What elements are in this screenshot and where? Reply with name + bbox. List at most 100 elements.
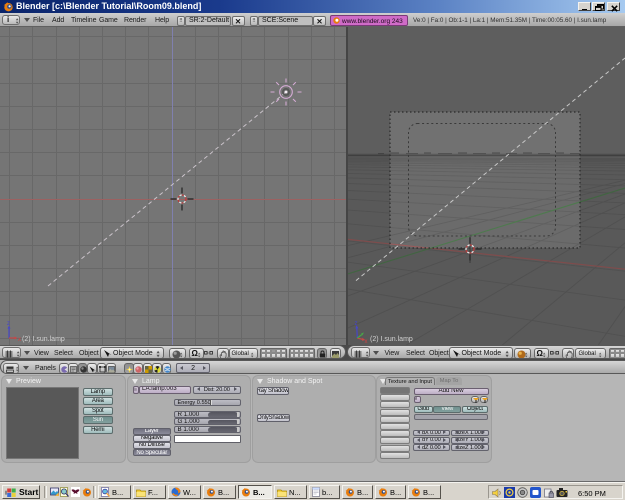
vpr-menu-select[interactable]: Select [406,350,425,357]
blender-org-link[interactable]: www.blender.org 243 [330,15,408,26]
menu-timeline[interactable]: Timeline [71,17,96,24]
tab-map-to[interactable]: Map To [436,377,462,385]
task-button-10[interactable]: B... [408,485,441,499]
ql-search-icon[interactable] [60,487,69,497]
sub-lamp-button[interactable] [124,363,134,374]
dy-field[interactable]: dY 0.00 [413,437,450,444]
menu-add[interactable]: Add [52,17,64,24]
energy-knob[interactable] [210,400,213,406]
layer-cell[interactable] [281,353,286,358]
viewport-right[interactable]: z x (2) I.sun.lamp [348,27,625,345]
texture-slot-10[interactable] [380,452,410,459]
vpr-orientation-dropdown[interactable]: Global [575,348,606,360]
task-button-2[interactable]: F... [133,485,166,499]
task-button-6[interactable]: N... [274,485,307,499]
panel-lamp-collapse-icon[interactable] [132,379,138,384]
texture-slot-1[interactable] [380,387,410,394]
menu-render[interactable]: Render [124,17,146,24]
task-button-9[interactable]: B... [375,485,406,499]
lamp-type-area[interactable]: Area [83,397,113,405]
vpl-manipulator-toggle[interactable] [217,348,229,360]
vpl-menu-object[interactable]: Object [79,350,99,357]
vpr-mode-dropdown[interactable]: Object Mode [449,347,513,359]
lamp-dist-field[interactable]: Dist: 20.00 [193,386,242,394]
texture-paste-button[interactable] [480,396,489,403]
menu-game[interactable]: Game [99,17,118,24]
coord-glob-button[interactable]: Glob [414,406,433,413]
lamp-type-hemi[interactable]: Hemi [83,426,113,434]
only-shadow-toggle[interactable]: OnlyShadow [257,414,290,422]
lamp-toggle-layer[interactable]: Layer [133,428,171,435]
buttons-window-type[interactable] [3,363,19,374]
sub-radiosity-button[interactable] [152,363,162,374]
b-knob[interactable] [237,427,239,433]
texture-slot-3[interactable] [380,401,410,408]
ctx-object-button[interactable] [87,363,97,374]
buttons-collapse-icon[interactable] [23,366,29,370]
ctx-logic-button[interactable] [59,363,69,374]
sub-material-button[interactable] [133,363,143,374]
texture-slot-6[interactable] [380,423,410,430]
task-button-3[interactable]: W... [168,485,201,499]
texture-slot-5[interactable] [380,416,410,423]
task-button-8[interactable]: B... [342,485,373,499]
vpr-menu-view[interactable]: View [385,350,400,357]
ctx-shading-button[interactable] [78,363,88,374]
vpl-render-button[interactable] [330,348,341,360]
window-titlebar[interactable]: Blender [c:\Blender Tutorial\Room09.blen… [0,0,625,13]
add-new-button[interactable]: Add New [414,388,489,395]
lamp-b-slider[interactable]: B 1.000 [174,426,241,433]
ql-show-desktop-icon[interactable] [50,487,59,497]
texture-slot-2[interactable] [380,394,410,401]
texture-slot-9[interactable] [380,445,410,452]
vpl-lock-toggle[interactable] [317,348,327,360]
ql-blender-icon[interactable] [82,487,92,497]
tray-camera-icon[interactable] [556,487,568,498]
vpl-pivot-dropdown[interactable]: Ω [189,348,204,360]
object-name-field[interactable] [414,414,489,420]
vpr-collapse-icon[interactable] [373,351,379,355]
lamp-toggle-negative[interactable]: Negative [133,435,171,442]
sub-texture-button[interactable] [143,363,153,374]
scene-delete-button[interactable]: ✕ [313,16,326,26]
tray-security-icon[interactable] [544,488,554,498]
vpl-centers-toggle[interactable] [204,349,213,357]
vpl-layers-group1[interactable] [260,348,287,360]
vpr-window-type-button[interactable] [351,347,370,358]
panel-shadow-collapse-icon[interactable] [257,379,263,384]
start-button[interactable]: Start [2,485,40,499]
task-button-1[interactable]: B... [98,485,131,499]
texture-slot-7[interactable] [380,430,410,437]
vpl-menu-view[interactable]: View [34,350,49,357]
g-knob[interactable] [237,419,239,425]
menu-file[interactable]: File [33,17,44,24]
vpr-draw-type-dropdown[interactable] [514,348,531,360]
tray-update-icon[interactable] [517,487,528,498]
ray-shadow-toggle[interactable]: Ray Shadow [257,387,289,395]
vpl-collapse-icon[interactable] [24,351,30,355]
lamp-type-lamp[interactable]: Lamp [83,388,113,396]
screen-name-field[interactable]: SR:2-Default [185,16,231,26]
ctx-editing-button[interactable] [97,363,107,374]
lamp-energy-slider[interactable]: Energy 0.550 [174,399,241,406]
sizez-field[interactable]: sizeZ 1.000 [451,444,489,451]
viewport-left[interactable]: z x (2) I.sun.lamp [0,27,346,345]
scene-name-field[interactable]: SCE:Scene [258,16,313,26]
dz-field[interactable]: dZ 0.00 [413,444,450,451]
texture-slot-8[interactable] [380,437,410,444]
coord-view-button[interactable]: View [433,406,461,413]
ql-bat-app-icon[interactable] [71,487,80,497]
vpr-layers-group1[interactable] [609,348,625,360]
panel-preview-collapse-icon[interactable] [6,379,12,384]
vpr-centers-toggle[interactable] [550,349,559,357]
dx-field[interactable]: dX 0.00 [413,430,450,437]
tray-volume-icon[interactable] [492,488,502,498]
tray-messenger-icon[interactable] [504,487,515,498]
lamp-toggle-nodiffuse[interactable]: No Diffuse [133,442,171,449]
texture-browse-button[interactable]: ⠿ [414,396,421,403]
lamp-type-spot[interactable]: Spot [83,407,113,415]
scene-browse-button[interactable]: ⠿ [250,16,258,26]
close-button[interactable] [607,2,620,11]
screen-delete-button[interactable]: ✕ [232,16,245,26]
lamp-name-field[interactable]: LA:lamp.003 [139,386,191,394]
